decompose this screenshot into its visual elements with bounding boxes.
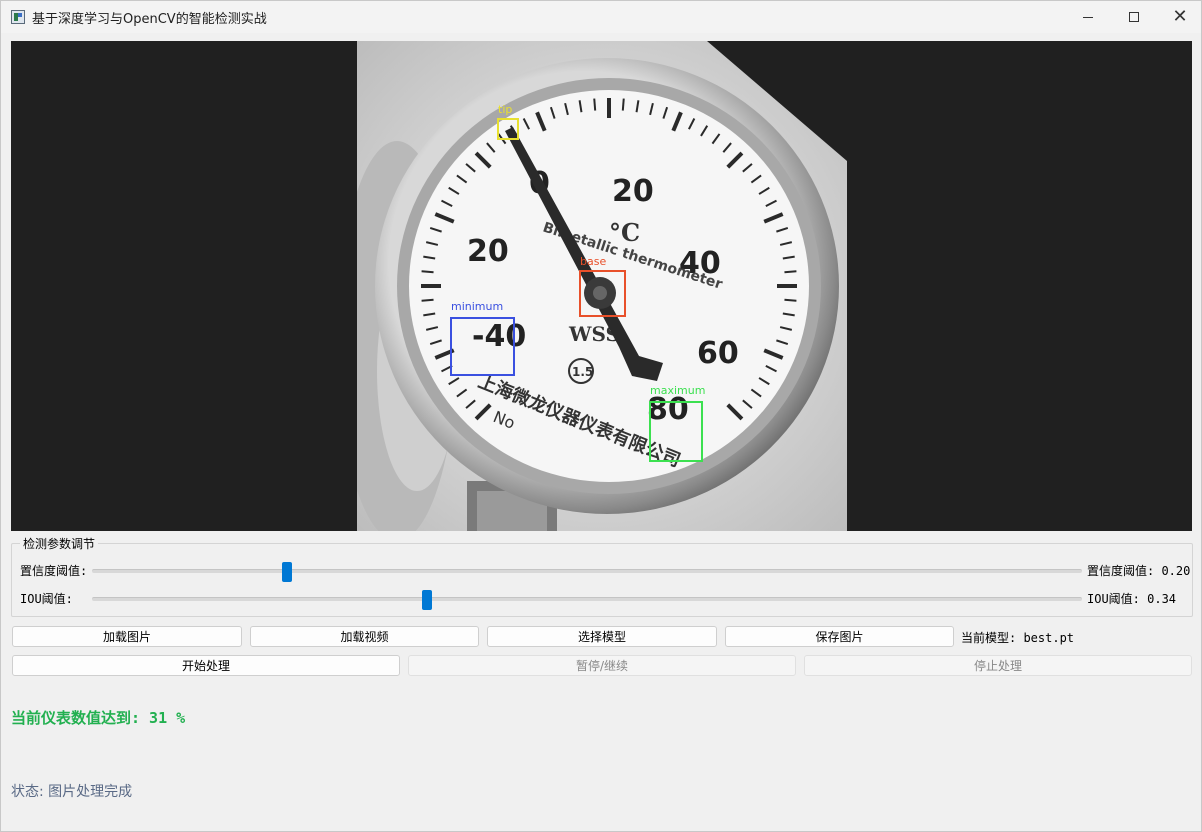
iou-value: IOU阈值: 0.34 — [1087, 592, 1177, 606]
gauge-photo: 0 20 20 40 -40 60 80 °C Bimetallic therm… — [357, 41, 847, 531]
iou-label: IOU阈值: — [20, 592, 73, 606]
confidence-value: 置信度阈值: 0.20 — [1087, 564, 1191, 578]
dial-tick — [784, 298, 797, 302]
load-image-button[interactable]: 加载图片 — [12, 626, 242, 647]
gauge-image: 0 20 20 40 -40 60 80 °C Bimetallic therm… — [357, 41, 847, 531]
minimize-button[interactable] — [1065, 1, 1111, 33]
app-icon — [11, 10, 25, 24]
dial-number-20-left: 20 — [467, 234, 509, 269]
maximize-icon — [1129, 12, 1139, 22]
confidence-row: 置信度阈值: 置信度阈值: 0.20 — [12, 560, 1192, 582]
class-mark: 1.5 — [572, 365, 593, 379]
detection-label-tip: tip — [498, 103, 512, 116]
current-model-label: 当前模型: best.pt — [961, 631, 1075, 645]
window-title: 基于深度学习与OpenCV的智能检测实战 — [32, 12, 267, 27]
confidence-slider[interactable] — [92, 562, 1082, 582]
dial-number-minus-40: -40 — [472, 319, 526, 354]
confidence-label: 置信度阈值: — [20, 564, 88, 578]
pause-resume-button[interactable]: 暂停/继续 — [408, 655, 796, 676]
save-image-button[interactable]: 保存图片 — [725, 626, 954, 647]
app-window: 基于深度学习与OpenCV的智能检测实战 ✕ 20 20 40 -40 60 8… — [0, 0, 1202, 832]
detection-label-maximum: maximum — [650, 384, 705, 397]
title-bar[interactable]: 基于深度学习与OpenCV的智能检测实战 ✕ — [1, 1, 1201, 33]
detection-params-group: 检测参数调节 置信度阈值: 置信度阈值: 0.20 IOU阈值: IOU阈值: … — [11, 535, 1193, 617]
dial-tick — [784, 270, 797, 274]
maximize-button[interactable] — [1111, 1, 1157, 33]
close-button[interactable]: ✕ — [1157, 1, 1202, 33]
dial-tick — [421, 270, 434, 274]
dial-number-80: 80 — [647, 392, 689, 427]
status-label: 状态: 图片处理完成 — [11, 784, 133, 800]
iou-row: IOU阈值: IOU阈值: 0.34 — [12, 588, 1192, 610]
dial-tick — [593, 98, 597, 111]
group-title: 检测参数调节 — [20, 535, 99, 552]
detection-label-base: base — [580, 255, 606, 268]
gauge-reading: 当前仪表数值达到: 31 % — [11, 709, 186, 727]
confidence-slider-handle[interactable] — [282, 562, 292, 582]
minimize-icon — [1083, 16, 1093, 18]
dial-tick — [421, 298, 434, 302]
detection-label-minimum: minimum — [451, 300, 503, 313]
load-video-button[interactable]: 加载视频 — [250, 626, 479, 647]
iou-slider[interactable] — [92, 590, 1082, 610]
iou-slider-handle[interactable] — [422, 590, 432, 610]
dial-tick — [621, 98, 625, 111]
needle-hub-center — [593, 286, 607, 300]
close-icon: ✕ — [1172, 6, 1188, 27]
dial-number-60: 60 — [697, 336, 739, 371]
start-button[interactable]: 开始处理 — [12, 655, 400, 676]
stop-button[interactable]: 停止处理 — [804, 655, 1192, 676]
select-model-button[interactable]: 选择模型 — [487, 626, 717, 647]
dial-number-20-top: 20 — [612, 174, 654, 209]
image-display: 0 20 20 40 -40 60 80 °C Bimetallic therm… — [11, 41, 1192, 531]
